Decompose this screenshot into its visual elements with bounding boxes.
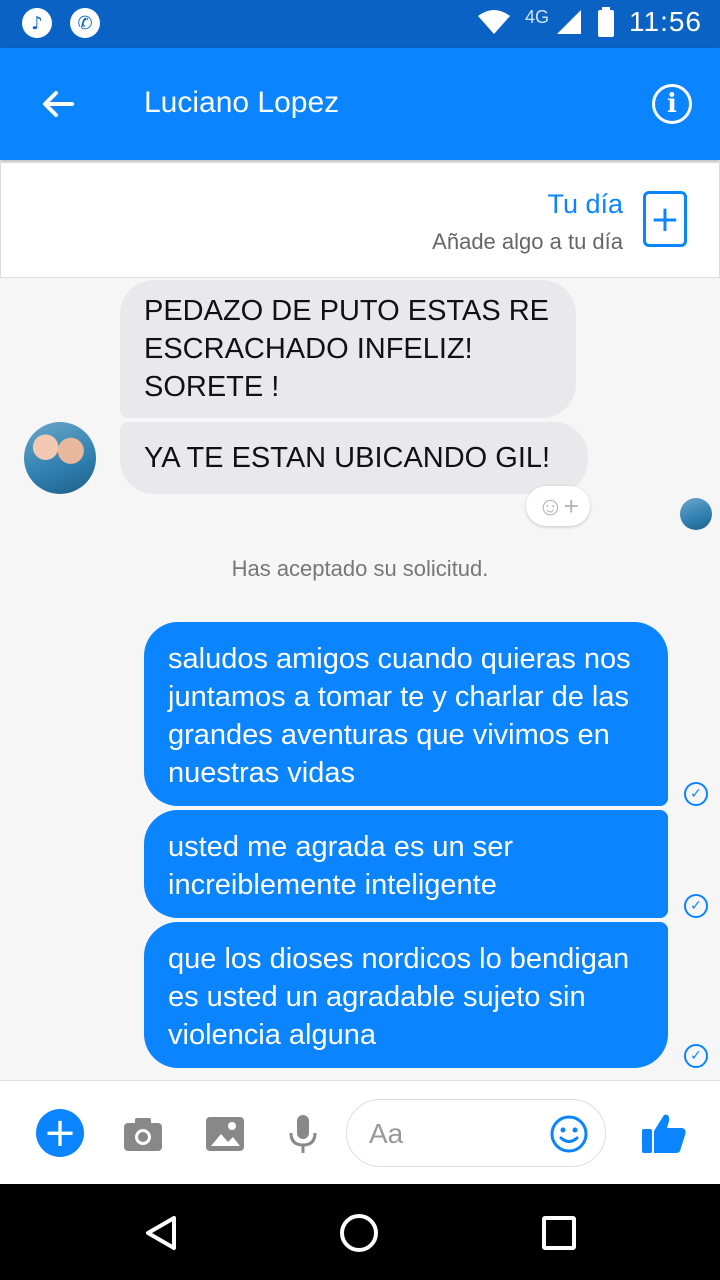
camera-icon[interactable] <box>122 1113 164 1155</box>
back-arrow-icon[interactable] <box>36 82 80 126</box>
contact-avatar[interactable] <box>24 422 96 494</box>
recents-square-icon[interactable] <box>542 1216 576 1250</box>
outgoing-message[interactable]: que los dioses nordicos lo bendigan es u… <box>144 922 668 1068</box>
story-card[interactable]: Tu día Añade algo a tu día + <box>0 162 720 278</box>
status-bar: ♪ ✆ 4G 11:56 <box>0 0 720 48</box>
story-title: Tu día <box>547 189 623 219</box>
incoming-message[interactable]: YA TE ESTAN UBICANDO GIL! <box>120 422 588 494</box>
battery-icon <box>598 7 614 37</box>
app-bar: Luciano Lopez i <box>0 48 720 160</box>
signal-icon <box>557 10 581 34</box>
system-nav-bar <box>0 1184 720 1280</box>
microphone-icon[interactable] <box>282 1113 324 1155</box>
emoji-icon[interactable] <box>549 1114 589 1154</box>
seen-avatar <box>680 498 712 530</box>
outgoing-message[interactable]: usted me agrada es un ser increiblemente… <box>144 810 668 918</box>
thumbs-up-icon[interactable] <box>640 1109 688 1157</box>
message-input-placeholder: Aa <box>369 1118 404 1149</box>
message-input[interactable]: Aa <box>346 1099 606 1167</box>
delivered-check-icon: ✓ <box>684 1044 708 1068</box>
back-triangle-icon[interactable] <box>142 1214 180 1252</box>
wifi-icon <box>477 10 510 34</box>
system-message: Has aceptado su solicitud. <box>231 556 489 581</box>
conversation-title[interactable]: Luciano Lopez <box>144 86 339 120</box>
info-icon[interactable]: i <box>652 84 692 124</box>
clock: 11:56 <box>629 6 702 37</box>
composer-bar: + Aa <box>0 1080 720 1184</box>
image-icon[interactable] <box>204 1113 246 1155</box>
home-circle-icon[interactable] <box>340 1214 378 1252</box>
story-subtitle: Añade algo a tu día <box>432 229 623 254</box>
outgoing-message[interactable]: saludos amigos cuando quieras nos juntam… <box>144 622 668 806</box>
whatsapp-icon: ✆ <box>70 8 100 38</box>
network-type: 4G <box>524 6 549 27</box>
delivered-check-icon: ✓ <box>684 894 708 918</box>
add-reaction-icon[interactable]: ☺+ <box>526 486 590 526</box>
music-icon: ♪ <box>22 8 52 38</box>
plus-icon[interactable]: + <box>643 191 687 247</box>
delivered-check-icon: ✓ <box>684 782 708 806</box>
incoming-message[interactable]: PEDAZO DE PUTO ESTAS RE ESCRACHADO INFEL… <box>120 280 576 418</box>
plus-icon[interactable]: + <box>36 1109 84 1157</box>
